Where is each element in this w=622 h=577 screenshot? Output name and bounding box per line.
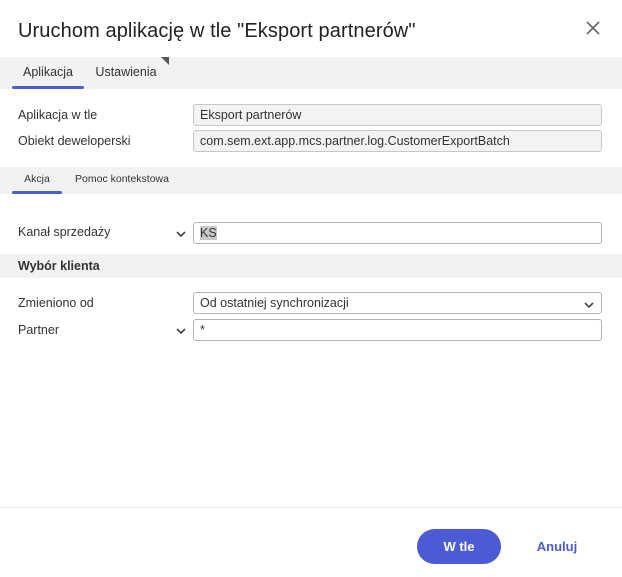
close-icon[interactable] [583,18,603,38]
cancel-button[interactable]: Anuluj [530,529,584,564]
chevron-down-icon[interactable] [175,227,187,239]
run-in-background-button[interactable]: W tle [417,529,501,564]
changed-since-label: Zmieniono od [18,296,94,310]
footer-divider [0,507,622,508]
section-title: Wybór klienta [18,259,100,273]
chevron-down-icon[interactable] [175,324,187,336]
tab-corner-marker [161,57,169,65]
dev-object-field: com.sem.ext.app.mcs.partner.log.Customer… [193,130,602,152]
changed-since-select[interactable]: Od ostatniej synchronizacji [193,292,602,314]
app-label: Aplikacja w tle [18,108,98,122]
channel-label: Kanał sprzedaży [18,225,111,239]
partner-label: Partner [18,323,59,337]
dev-object-label: Obiekt deweloperski [18,134,131,148]
section-header: Wybór klienta [0,254,622,278]
subtab-pomoc-kontekstowa[interactable]: Pomoc kontekstowa [70,167,174,194]
app-field: Eksport partnerów [193,104,602,126]
subtab-bar: Akcja Pomoc kontekstowa [0,167,622,194]
tab-aplikacja[interactable]: Aplikacja [12,57,84,89]
channel-input[interactable]: KS [193,222,602,244]
changed-since-value: Od ostatniej synchronizacji [200,296,349,310]
channel-value: KS [200,226,217,240]
tab-ustawienia[interactable]: Ustawienia [88,57,164,89]
partner-input[interactable]: * [193,319,602,341]
subtab-akcja[interactable]: Akcja [12,167,62,194]
dialog: Uruchom aplikację w tle "Eksport partner… [0,0,622,577]
tab-bar: Aplikacja Ustawienia [0,57,622,89]
dialog-title: Uruchom aplikację w tle "Eksport partner… [18,20,416,42]
chevron-down-icon [583,297,595,309]
